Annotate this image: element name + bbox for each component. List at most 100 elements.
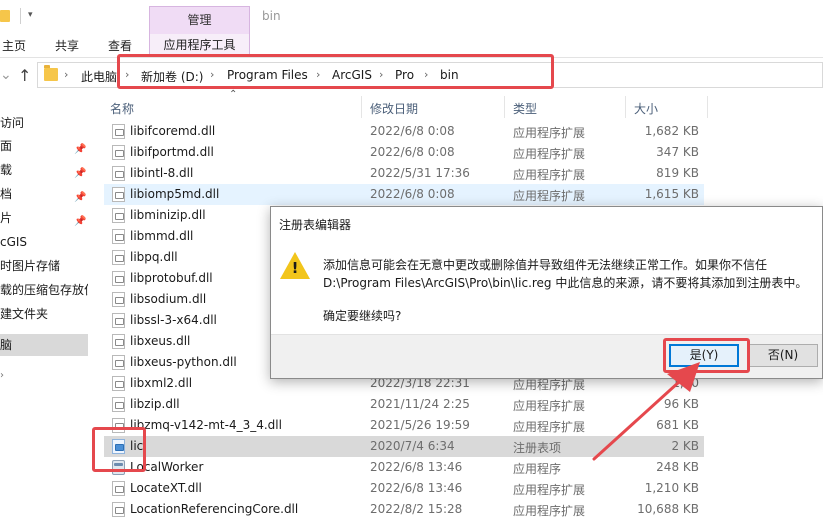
column-divider[interactable]	[361, 96, 362, 118]
nav-item[interactable]: 片 📌	[0, 207, 88, 229]
dialog-title: 注册表编辑器	[279, 218, 352, 232]
window-title: bin	[262, 9, 281, 23]
file-type: 应用程序扩展	[513, 420, 586, 434]
file-row-lic[interactable]: lic 2020/7/4 6:34 注册表项 2 KB	[104, 436, 704, 457]
file-row[interactable]: libintl-8.dll 2022/5/31 17:36 应用程序扩展 819…	[104, 163, 704, 184]
file-name: libxeus-python.dll	[130, 355, 237, 369]
nav-item-label: 档	[0, 187, 13, 201]
folder-icon	[44, 65, 58, 81]
dll-file-icon	[112, 355, 125, 370]
nav-item-label: 时图片存储	[0, 259, 61, 273]
file-row[interactable]: libzmq-v142-mt-4_3_4.dll 2021/5/26 19:59…	[104, 415, 704, 436]
file-type: 注册表项	[513, 441, 562, 455]
up-arrow-icon[interactable]: ↑	[18, 66, 31, 85]
file-size: 10,688 KB	[637, 502, 699, 516]
nav-item-label: 载	[0, 163, 13, 177]
dll-file-icon	[112, 397, 125, 412]
tab-application-tools[interactable]: 应用程序工具	[149, 34, 250, 55]
dialog-message-line-1: 添加信息可能会在无意中更改或删除值并导致组件无法继续正常工作。如果你不信任	[323, 258, 768, 272]
file-date: 2021/11/24 2:25	[370, 397, 470, 411]
nav-item[interactable]: cGIS	[0, 231, 88, 253]
file-row[interactable]: libifportmd.dll 2022/6/8 0:08 应用程序扩展 347…	[104, 142, 704, 163]
breadcrumb-this-pc[interactable]: 此电脑	[81, 68, 117, 85]
nav-item[interactable]: 时图片存储	[0, 255, 88, 277]
column-size[interactable]: 大小	[634, 100, 658, 117]
file-name: libmmd.dll	[130, 229, 194, 243]
dropdown-chevron-icon[interactable]: ⌄	[0, 67, 12, 83]
dll-file-icon	[112, 376, 125, 391]
column-type[interactable]: 类型	[513, 100, 537, 117]
dll-file-icon	[112, 145, 125, 160]
column-date[interactable]: 修改日期	[370, 100, 418, 117]
nav-item[interactable]: 载 📌	[0, 159, 88, 181]
nav-item[interactable]: 档 📌	[0, 183, 88, 205]
nav-item[interactable]: 建文件夹	[0, 303, 88, 325]
column-divider[interactable]	[707, 96, 708, 118]
file-type: 应用程序扩展	[513, 483, 586, 497]
pin-icon[interactable]: 📌	[74, 139, 86, 157]
file-type: 应用程序扩展	[513, 168, 586, 182]
expand-chevron-icon[interactable]: ›	[0, 370, 4, 381]
tab-manage[interactable]: 管理	[149, 6, 250, 34]
file-name: libsodium.dll	[130, 292, 207, 306]
dialog-message-line-2: D:\Program Files\ArcGIS\Pro\bin\lic.reg …	[323, 276, 808, 290]
file-name: libxml2.dll	[130, 376, 193, 390]
file-size: 248 KB	[656, 460, 699, 474]
pin-icon[interactable]: 📌	[74, 211, 86, 229]
dll-file-icon	[112, 166, 125, 181]
file-name: libxeus.dll	[130, 334, 191, 348]
file-size: 2 KB	[671, 439, 699, 453]
file-name: libprotobuf.dll	[130, 271, 213, 285]
file-size: 819 KB	[656, 166, 699, 180]
tab-view[interactable]: 查看	[108, 37, 132, 54]
file-date: 2022/6/8 0:08	[370, 187, 455, 201]
nav-item[interactable]: 载的压缩包存放位	[0, 279, 88, 301]
file-type: 应用程序扩展	[513, 504, 586, 518]
column-divider[interactable]	[504, 96, 505, 118]
file-row[interactable]: LocalWorker 2022/6/8 13:46 应用程序 248 KB	[104, 457, 704, 478]
nav-item-label: 片	[0, 211, 13, 225]
file-name: libiomp5md.dll	[130, 187, 220, 201]
file-size: 1,682 KB	[644, 124, 699, 138]
file-type: 应用程序扩展	[513, 147, 586, 161]
file-date: 2022/6/8 13:46	[370, 481, 463, 495]
nav-item[interactable]: 面 📌	[0, 135, 88, 157]
file-name: libzip.dll	[130, 397, 180, 411]
dll-file-icon	[112, 502, 125, 517]
file-name: libifcoremd.dll	[130, 124, 216, 138]
nav-item-this-pc[interactable]: 脑	[0, 334, 88, 356]
file-row[interactable]: LocationReferencingCore.dll 2022/8/2 15:…	[104, 499, 704, 520]
file-name: libintl-8.dll	[130, 166, 194, 180]
nav-item-label: 载的压缩包存放位	[0, 283, 88, 297]
dll-file-icon	[112, 250, 125, 265]
tab-home[interactable]: 主页	[2, 37, 26, 54]
nav-item-label: cGIS	[0, 235, 28, 249]
file-size: 1,615 KB	[644, 187, 699, 201]
pin-icon[interactable]: 📌	[74, 187, 86, 205]
dll-file-icon	[112, 208, 125, 223]
annotation-box-lic	[92, 427, 146, 472]
dll-file-icon	[112, 187, 125, 202]
dll-file-icon	[112, 271, 125, 286]
chevron-right-icon[interactable]: ›	[64, 68, 68, 81]
nav-item-label: 建文件夹	[0, 307, 49, 321]
annotation-box-yes	[663, 338, 750, 373]
tab-share[interactable]: 共享	[55, 37, 79, 54]
file-row[interactable]: libifcoremd.dll 2022/6/8 0:08 应用程序扩展 1,6…	[104, 121, 704, 142]
dialog-question: 确定要继续吗?	[323, 309, 402, 323]
nav-item[interactable]: 访问	[0, 112, 88, 134]
file-row[interactable]: libzip.dll 2021/11/24 2:25 应用程序扩展 96 KB	[104, 394, 704, 415]
file-row-selected[interactable]: libiomp5md.dll 2022/6/8 0:08 应用程序扩展 1,61…	[104, 184, 704, 205]
no-button[interactable]: 否(N)	[748, 344, 818, 367]
file-type: 应用程序扩展	[513, 126, 586, 140]
file-type: 应用程序扩展	[513, 399, 586, 413]
file-type: 应用程序扩展	[513, 189, 586, 203]
dll-file-icon	[112, 481, 125, 496]
file-row[interactable]: LocateXT.dll 2022/6/8 13:46 应用程序扩展 1,210…	[104, 478, 704, 499]
column-name[interactable]: 名称	[110, 100, 134, 117]
file-date: 2022/6/8 13:46	[370, 460, 463, 474]
column-divider[interactable]	[625, 96, 626, 118]
quick-access-dropdown-icon[interactable]: ▾	[28, 10, 33, 20]
file-date: 2020/7/4 6:34	[370, 439, 455, 453]
pin-icon[interactable]: 📌	[74, 163, 86, 181]
